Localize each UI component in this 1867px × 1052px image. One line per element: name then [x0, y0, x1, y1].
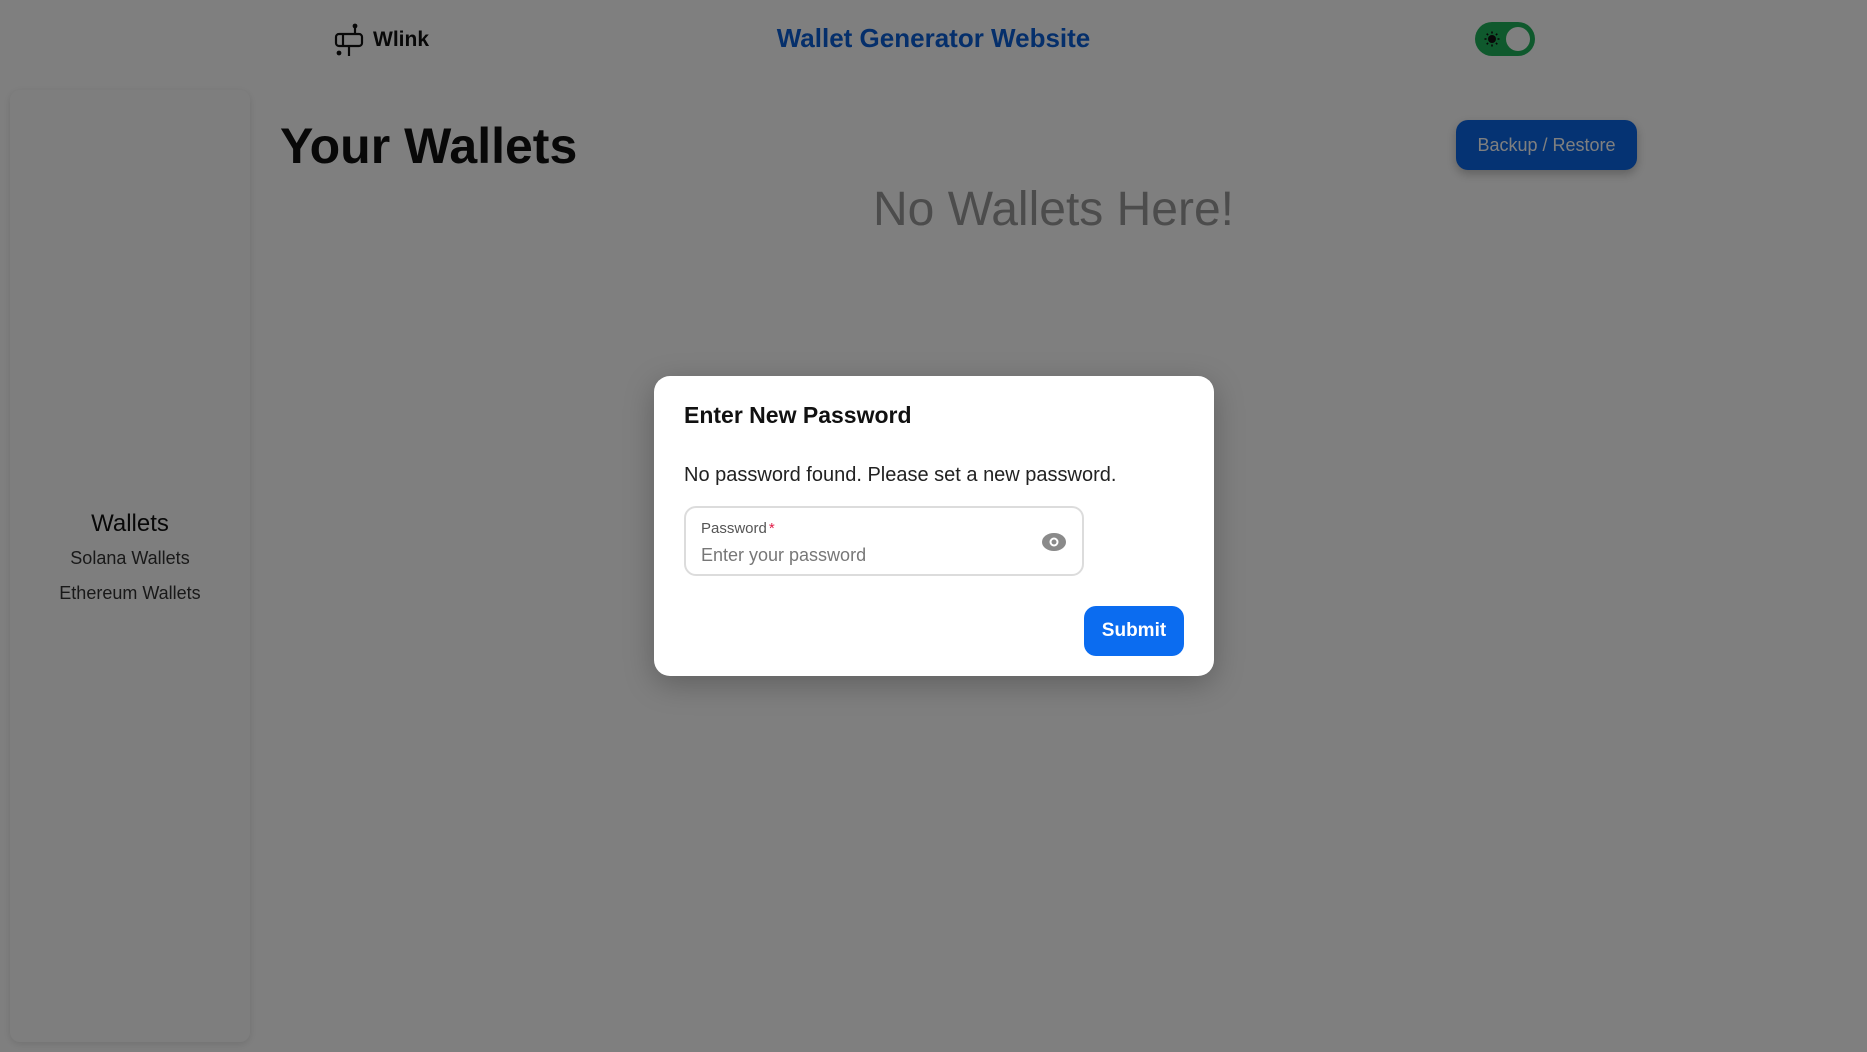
password-field[interactable]: Password *	[684, 506, 1084, 576]
submit-button[interactable]: Submit	[1084, 606, 1184, 656]
eye-icon	[1042, 533, 1066, 551]
required-mark: *	[768, 520, 775, 537]
toggle-password-visibility-button[interactable]	[1040, 530, 1068, 554]
dialog-title: Enter New Password	[684, 402, 912, 428]
password-label: Password *	[701, 520, 775, 537]
dialog-message: No password found. Please set a new pass…	[684, 464, 1117, 486]
password-dialog: Enter New Password No password found. Pl…	[654, 376, 1214, 676]
password-input[interactable]	[701, 542, 1031, 568]
password-label-text: Password	[701, 520, 767, 537]
page: Wlink Wallet Generator Website	[0, 0, 1867, 1052]
